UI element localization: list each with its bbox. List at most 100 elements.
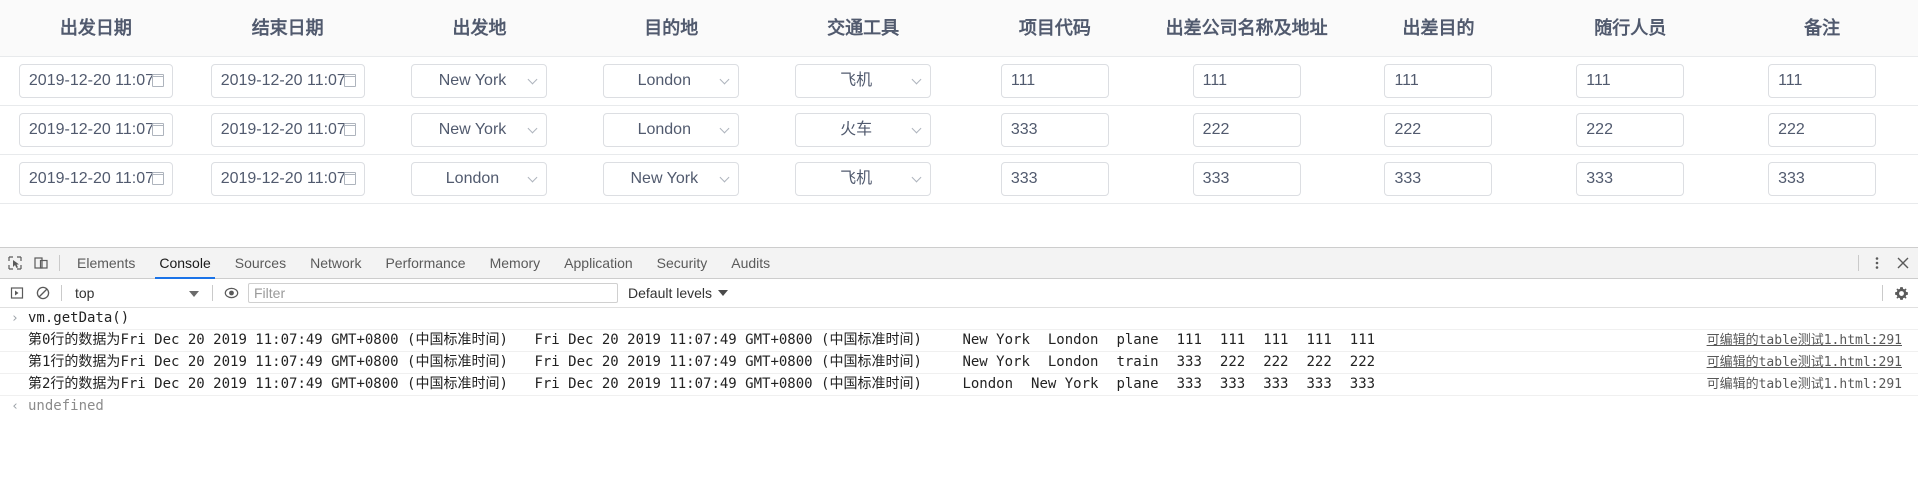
start-date-value: 2019-12-20 11:07 [28,120,155,138]
toolbar-divider [59,255,60,271]
tab-elements[interactable]: Elements [65,248,147,279]
remark-input[interactable]: 111 [1768,63,1877,98]
origin-value: New York [438,120,507,138]
remark-input[interactable]: 222 [1768,112,1877,147]
destination-value: New York [630,169,699,187]
start-date-picker[interactable]: 2019-12-20 11:07 [18,63,173,98]
destination-value: London [637,120,691,138]
tab-application[interactable]: Application [552,248,645,279]
console-source-link[interactable]: 可编辑的table测试1.html:291 [1707,330,1902,351]
cell-transport: 飞机 [767,56,959,106]
calendar-icon [151,122,164,136]
transport-value: 飞机 [840,71,873,89]
console-filter-bar: top Filter Default levels [0,279,1918,308]
more-options-icon[interactable] [1864,251,1890,275]
company-input[interactable]: 333 [1192,161,1301,196]
start-date-picker[interactable]: 2019-12-20 11:07 [18,112,173,147]
devtools-tabs: Elements Console Sources Network Perform… [65,248,782,279]
purpose-input[interactable]: 333 [1384,161,1493,196]
origin-select[interactable]: New York [411,112,548,147]
company-input[interactable]: 222 [1192,112,1301,147]
cell-transport: 火车 [767,105,959,155]
purpose-value: 333 [1394,169,1422,187]
log-date-1: Fri Dec 20 2019 11:07:49 GMT+0800 (中国标准时… [120,354,508,370]
purpose-input[interactable]: 222 [1384,112,1493,147]
device-toolbar-icon[interactable] [28,251,54,275]
tab-network[interactable]: Network [298,248,373,279]
column-header-purpose: 出差目的 [1342,0,1535,57]
project-code-input[interactable]: 111 [1000,63,1109,98]
log-value-1: 333 [1176,376,1202,392]
console-filter-input[interactable]: Filter [248,283,618,303]
origin-select[interactable]: London [411,161,548,196]
companions-input[interactable]: 222 [1576,112,1685,147]
tab-audits[interactable]: Audits [719,248,782,279]
log-levels-value: Default levels [628,285,713,301]
log-value-4: 111 [1306,332,1332,348]
start-date-value: 2019-12-20 11:07 [28,169,155,187]
end-date-picker[interactable]: 2019-12-20 11:07 [210,161,365,196]
live-expression-icon[interactable] [218,281,244,305]
log-value-2: 111 [1219,332,1246,348]
destination-select[interactable]: London [603,112,740,147]
companions-input[interactable]: 111 [1576,63,1685,98]
transport-select[interactable]: 飞机 [795,161,932,196]
cell-remark: 333 [1726,154,1918,204]
log-date-2: Fri Dec 20 2019 11:07:49 GMT+0800 (中国标准时… [534,332,922,348]
cell-remark: 222 [1726,105,1918,155]
transport-select[interactable]: 飞机 [795,63,932,98]
console-source-link[interactable]: 可编辑的table测试1.html:291 [1707,374,1902,395]
calendar-icon [151,73,164,87]
project-code-input[interactable]: 333 [1000,112,1109,147]
log-value-3: 333 [1263,376,1289,392]
column-header-remark: 备注 [1726,0,1918,57]
close-icon[interactable] [1890,251,1916,275]
tab-console[interactable]: Console [147,248,222,279]
tab-performance[interactable]: Performance [373,248,477,279]
settings-gear-icon[interactable] [1888,281,1914,305]
log-date-1: Fri Dec 20 2019 11:07:49 GMT+0800 (中国标准时… [120,376,508,392]
log-value-3: 222 [1263,354,1289,370]
start-date-picker[interactable]: 2019-12-20 11:07 [18,161,173,196]
table-header-row: 出发日期 结束日期 出发地 目的地 交通工具 项目代码 出差公司名称及地址 出差… [0,0,1918,57]
log-levels-select[interactable]: Default levels [628,285,729,301]
table-row: 2019-12-20 11:07 2019-12-20 11:07 New Yo… [0,56,1918,106]
company-input[interactable]: 111 [1192,63,1301,98]
cell-end-date: 2019-12-20 11:07 [191,56,384,106]
cell-companions: 333 [1534,154,1727,204]
cell-company: 222 [1150,105,1343,155]
cell-transport: 飞机 [767,154,959,204]
execution-context-icon[interactable] [4,281,30,305]
destination-select[interactable]: London [603,63,740,98]
destination-select[interactable]: New York [603,161,740,196]
transport-select[interactable]: 火车 [795,112,932,147]
console-input-row[interactable]: › vm.getData() [0,308,1918,330]
tab-memory[interactable]: Memory [478,248,553,279]
execution-context-select[interactable]: top [67,283,207,303]
log-value-4: 333 [1306,376,1332,392]
company-value: 222 [1202,120,1230,138]
clear-console-icon[interactable] [30,281,56,305]
tab-sources[interactable]: Sources [223,248,298,279]
companions-input[interactable]: 333 [1576,161,1685,196]
column-header-end-date: 结束日期 [191,0,384,57]
end-date-picker[interactable]: 2019-12-20 11:07 [210,63,365,98]
tab-security[interactable]: Security [645,248,720,279]
log-value-5: 222 [1349,354,1376,370]
column-header-company: 出差公司名称及地址 [1150,0,1343,57]
end-date-picker[interactable]: 2019-12-20 11:07 [210,112,365,147]
cell-remark: 111 [1726,56,1918,106]
caret-down-icon [189,291,199,297]
origin-select[interactable]: New York [411,63,548,98]
console-log-row: 第2行的数据为 Fri Dec 20 2019 11:07:49 GMT+080… [0,374,1918,396]
remark-input[interactable]: 333 [1768,161,1877,196]
project-code-input[interactable]: 333 [1000,161,1109,196]
devtools-panel: Elements Console Sources Network Perform… [0,247,1918,504]
purpose-input[interactable]: 111 [1384,63,1493,98]
companions-value: 111 [1586,71,1611,89]
inspect-element-icon[interactable] [2,251,28,275]
companions-value: 333 [1586,169,1613,187]
devtools-tabbar: Elements Console Sources Network Perform… [0,248,1918,279]
log-label: 第0行的数据为 [28,332,121,348]
console-source-link[interactable]: 可编辑的table测试1.html:291 [1707,352,1902,373]
